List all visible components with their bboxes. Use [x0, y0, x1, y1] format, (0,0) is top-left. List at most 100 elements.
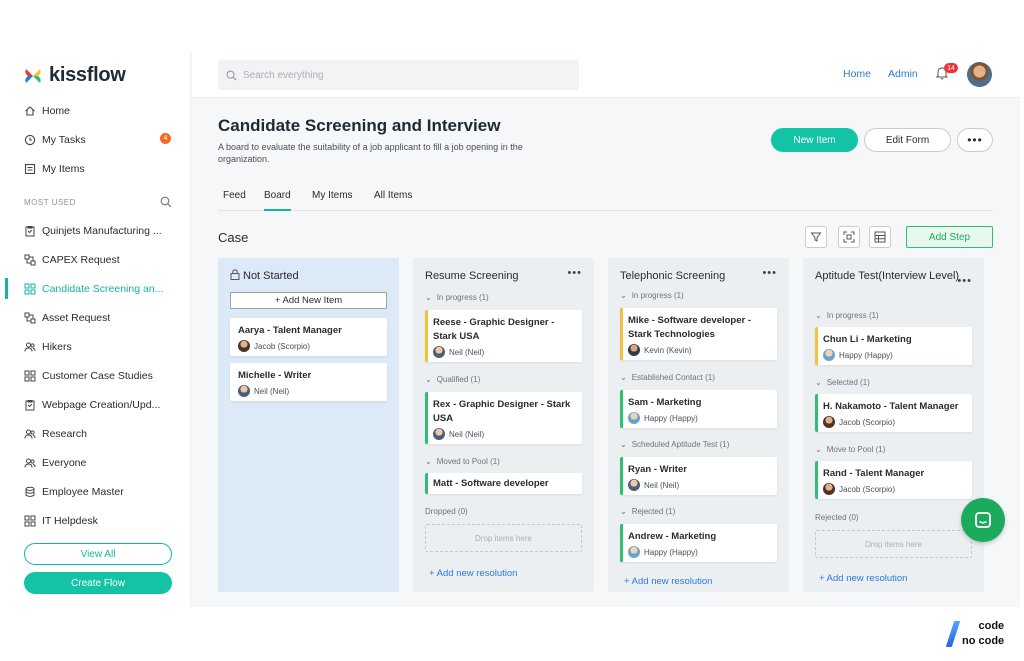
card[interactable]: Rand - Talent Manager Jacob (Scorpio) — [815, 461, 972, 499]
group-label-dropped[interactable]: Dropped (0) — [425, 507, 468, 516]
brand-name: kissflow — [49, 64, 126, 86]
sidebar-item-label: Everyone — [42, 456, 87, 469]
sidebar-item-capex-request[interactable]: CAPEX Request — [5, 245, 191, 274]
group-label-qualified[interactable]: ⌄ Qualified (1) — [425, 375, 480, 384]
sidebar-item-my-items[interactable]: My Items — [5, 154, 191, 183]
new-item-button[interactable]: New Item — [771, 128, 858, 152]
tab-board[interactable]: Board — [264, 190, 291, 211]
card[interactable]: H. Nakamoto - Talent Manager Jacob (Scor… — [815, 394, 972, 432]
edit-form-button[interactable]: Edit Form — [864, 128, 951, 152]
card-assignee: Jacob (Scorpio) — [823, 416, 895, 428]
sidebar-item-it-helpdesk[interactable]: IT Helpdesk — [5, 506, 191, 535]
notification-badge: 14 — [944, 63, 958, 73]
sidebar-item-label: My Items — [42, 162, 85, 175]
card[interactable]: Rex - Graphic Designer - Stark USA Neil … — [425, 392, 582, 444]
add-resolution-link[interactable]: + Add new resolution — [429, 568, 517, 579]
sidebar-item-label: Research — [42, 427, 87, 440]
group-label-rejected[interactable]: Rejected (0) — [815, 513, 859, 522]
card-assignee: Neil (Neil) — [433, 428, 484, 440]
create-flow-button[interactable]: Create Flow — [24, 572, 172, 594]
add-resolution-link[interactable]: + Add new resolution — [819, 573, 907, 584]
add-new-item-button[interactable]: + Add New Item — [230, 292, 387, 309]
card[interactable]: Reese - Graphic Designer - Stark USA Nei… — [425, 310, 582, 362]
admin-link[interactable]: Admin — [888, 68, 918, 80]
group-label-scheduled-aptitude-test[interactable]: ⌄ Scheduled Aptitude Test (1) — [620, 440, 729, 449]
home-icon — [24, 105, 36, 117]
database-icon — [24, 486, 36, 498]
app-window: kissflow Home My Tasks 4 My Items MOST U… — [5, 52, 1020, 607]
people-icon — [24, 457, 36, 469]
sidebar-item-label: Employee Master — [42, 485, 124, 498]
search-icon[interactable] — [160, 196, 172, 208]
group-label-moved-to-pool[interactable]: ⌄ Moved to Pool (1) — [425, 457, 500, 466]
chevron-down-icon: ⌄ — [425, 375, 432, 384]
group-label-in-progress[interactable]: ⌄ In progress (1) — [620, 291, 684, 300]
grid-layout-icon — [874, 231, 886, 243]
sidebar-item-asset-request[interactable]: Asset Request — [5, 303, 191, 332]
avatar — [238, 385, 250, 397]
column-more-button[interactable]: ••• — [957, 275, 972, 287]
column-more-button[interactable]: ••• — [762, 267, 777, 279]
group-label-in-progress[interactable]: ⌄ In progress (1) — [425, 293, 489, 302]
top-bar: Search everything Home Admin 14 — [192, 52, 1020, 98]
view-all-button[interactable]: View All — [24, 543, 172, 565]
sidebar-item-customer-case-studies[interactable]: Customer Case Studies — [5, 361, 191, 390]
sidebar-item-home[interactable]: Home — [5, 96, 191, 125]
focus-button[interactable] — [838, 226, 860, 248]
clipboard-icon — [24, 399, 36, 411]
group-label-selected[interactable]: ⌄ Selected (1) — [815, 378, 870, 387]
sidebar-item-my-tasks[interactable]: My Tasks 4 — [5, 125, 191, 154]
search-input[interactable]: Search everything — [218, 60, 579, 90]
people-icon — [24, 428, 36, 440]
add-step-button[interactable]: Add Step — [906, 226, 993, 248]
card-title: H. Nakamoto - Talent Manager — [823, 401, 959, 412]
tab-all-items[interactable]: All Items — [374, 190, 412, 211]
card-assignee: Jacob (Scorpio) — [823, 483, 895, 495]
column-title: Not Started — [230, 268, 375, 285]
filter-button[interactable] — [805, 226, 827, 248]
home-link[interactable]: Home — [843, 68, 871, 80]
group-label-move-to-pool[interactable]: ⌄ Move to Pool (1) — [815, 445, 885, 454]
tab-feed[interactable]: Feed — [223, 190, 246, 211]
group-label-established-contact[interactable]: ⌄ Established Contact (1) — [620, 373, 715, 382]
card[interactable]: Ryan - Writer Neil (Neil) — [620, 457, 777, 495]
most-used-nav: Quinjets Manufacturing ... CAPEX Request C… — [5, 216, 191, 535]
tab-my-items[interactable]: My Items — [312, 190, 353, 211]
chat-launcher-button[interactable] — [961, 498, 1005, 542]
more-options-button[interactable]: ••• — [957, 128, 993, 152]
sidebar-item-hikers[interactable]: Hikers — [5, 332, 191, 361]
group-label-in-progress[interactable]: ⌄ In progress (1) — [815, 311, 879, 320]
sidebar-item-candidate-screening-an[interactable]: Candidate Screening an... — [5, 274, 191, 303]
card[interactable]: Mike - Software developer - Stark Techno… — [620, 308, 777, 360]
card[interactable]: Michelle - Writer Neil (Neil) — [230, 363, 387, 401]
watermark-text: code no code — [962, 620, 1005, 647]
group-label-rejected[interactable]: ⌄ Rejected (1) — [620, 507, 675, 516]
brand-logo[interactable]: kissflow — [23, 64, 126, 87]
card-title: Andrew - Marketing — [628, 531, 717, 542]
card[interactable]: Sam - Marketing Happy (Happy) — [620, 390, 777, 428]
search-icon — [226, 70, 237, 80]
sidebar-item-quinjets-manufacturing[interactable]: Quinjets Manufacturing ... — [5, 216, 191, 245]
drop-zone[interactable]: Drop items here — [425, 524, 582, 552]
sidebar-item-research[interactable]: Research — [5, 419, 191, 448]
sidebar-item-label: Asset Request — [42, 311, 111, 324]
add-resolution-link[interactable]: + Add new resolution — [624, 576, 712, 587]
card[interactable]: Andrew - Marketing Happy (Happy) — [620, 524, 777, 562]
board-column-aptitude-test: Aptitude Test(Interview Level) ••• ⌄ In p… — [803, 258, 984, 592]
filter-icon — [810, 232, 822, 242]
column-more-button[interactable]: ••• — [567, 267, 582, 279]
sidebar-item-webpage-creation-upd[interactable]: Webpage Creation/Upd... — [5, 390, 191, 419]
drop-zone[interactable]: Drop items here — [815, 530, 972, 558]
card[interactable]: Matt - Software developer — [425, 473, 582, 494]
board-icon — [24, 283, 36, 295]
card-title: Michelle - Writer — [238, 370, 312, 381]
sidebar-item-everyone[interactable]: Everyone — [5, 448, 191, 477]
sidebar-item-employee-master[interactable]: Employee Master — [5, 477, 191, 506]
card[interactable]: Aarya - Talent Manager Jacob (Scorpio) — [230, 318, 387, 356]
user-avatar[interactable] — [967, 62, 992, 87]
sidebar: kissflow Home My Tasks 4 My Items MOST U… — [5, 52, 191, 607]
chevron-down-icon: ⌄ — [620, 440, 627, 449]
chevron-down-icon: ⌄ — [815, 311, 822, 320]
layout-button[interactable] — [869, 226, 891, 248]
card[interactable]: Chun Li - Marketing Happy (Happy) — [815, 327, 972, 365]
